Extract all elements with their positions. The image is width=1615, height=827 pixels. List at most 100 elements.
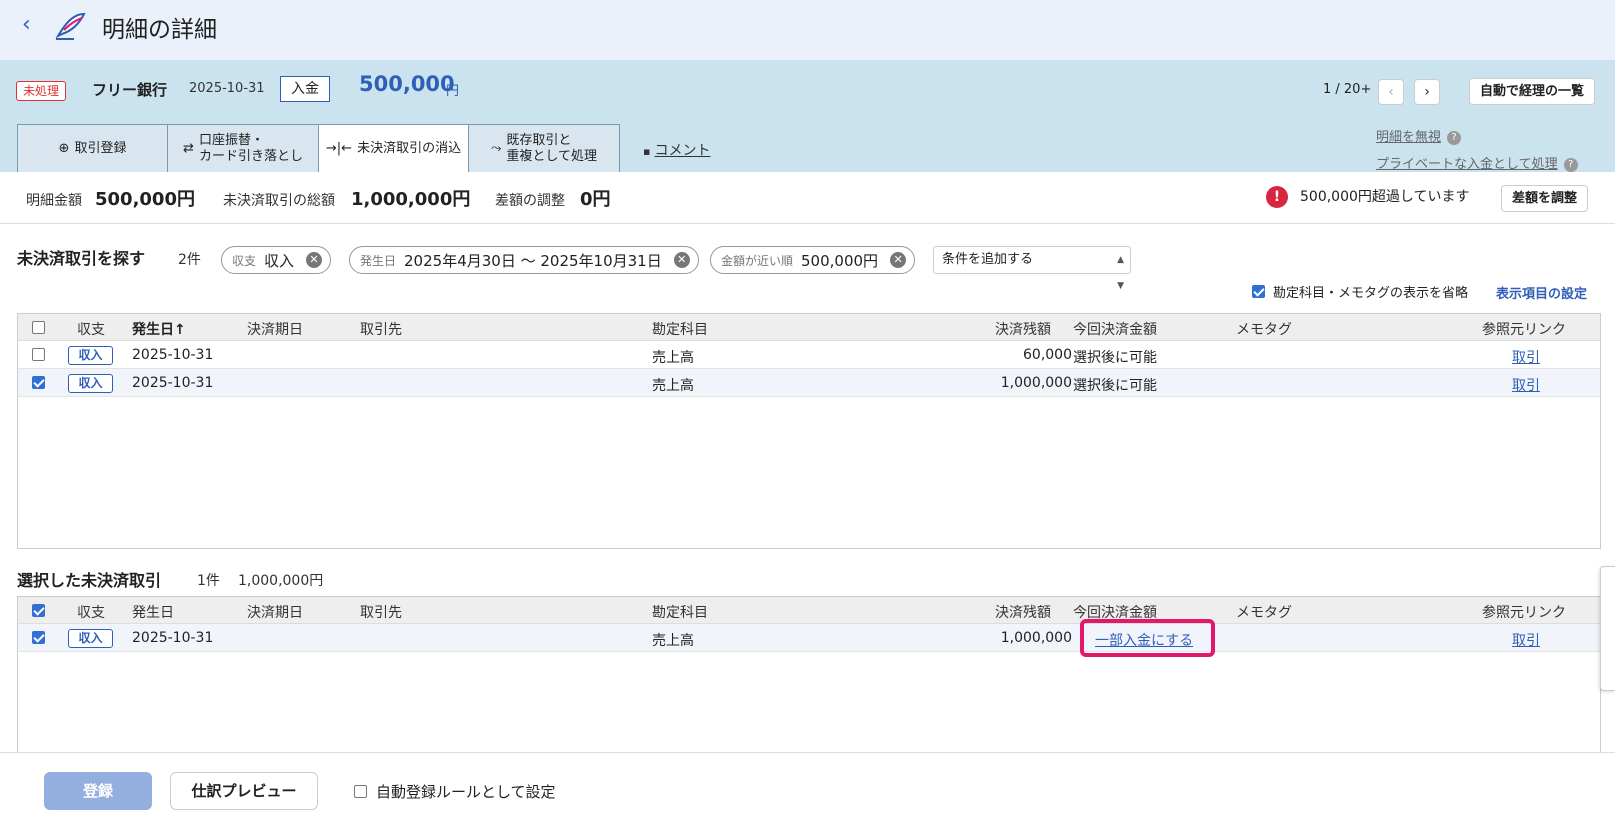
- row-checkbox[interactable]: [32, 348, 45, 361]
- ignore-detail-link[interactable]: 明細を無視?: [1376, 126, 1462, 145]
- row-ref-link[interactable]: 取引: [1512, 347, 1540, 367]
- help-icon[interactable]: ?: [1563, 157, 1578, 172]
- detail-amount-value: 500,000円: [95, 189, 195, 210]
- row-account: 売上高: [652, 633, 694, 649]
- row-current: 選択後に可能: [1073, 378, 1157, 394]
- omit-option-label: 勘定科目・メモタグの表示を省略: [1273, 286, 1469, 301]
- add-condition-select[interactable]: 条件を追加する ▲ ▼: [933, 246, 1131, 291]
- row-account: 売上高: [652, 350, 694, 366]
- detail-amount-label: 明細金額: [26, 193, 82, 209]
- pager-text: 1 / 20+: [1323, 82, 1372, 97]
- register-button[interactable]: 登録: [44, 772, 152, 810]
- col-type: 収支: [77, 322, 105, 338]
- side-panel-tab[interactable]: [1600, 566, 1615, 691]
- transfer-icon: ⇄: [183, 140, 194, 156]
- help-icon[interactable]: ?: [1447, 130, 1462, 145]
- direction-badge: 入金: [280, 76, 330, 102]
- tab-transfer[interactable]: ⇄ 口座振替・ カード引き落とし: [167, 124, 319, 172]
- table-row[interactable]: 収入 2025-10-31 売上高 1,000,000 一部入金にする 取引: [18, 624, 1600, 652]
- filter-chip-amount[interactable]: 金額が近い順 500,000円 ✕: [710, 246, 916, 274]
- tab-label: 取引登録: [74, 140, 127, 156]
- auto-rule-label: 自動登録ルールとして設定: [376, 783, 556, 801]
- row-ref-link[interactable]: 取引: [1512, 375, 1540, 395]
- clear-x-icon[interactable]: ✕: [673, 252, 690, 268]
- tab-reconcile[interactable]: →|← 未決済取引の消込: [318, 124, 469, 172]
- duplicate-arrow-icon: ⤳: [490, 140, 502, 156]
- auto-accounting-list-button[interactable]: 自動で経理の一覧: [1469, 78, 1596, 105]
- type-badge: 収入: [68, 374, 113, 393]
- comment-link[interactable]: ▪ コメント: [643, 140, 710, 160]
- col-memo: メモタグ: [1236, 322, 1292, 338]
- add-condition-label: 条件を追加する: [942, 252, 1034, 267]
- warning-text: 500,000円超過しています: [1300, 189, 1470, 205]
- warning-icon: !: [1266, 186, 1288, 208]
- auto-rule-checkbox[interactable]: [354, 785, 367, 798]
- tab-duplicate[interactable]: ⤳ 既存取引と 重複として処理: [468, 124, 620, 172]
- table-header: 収支 発生日 決済期日 取引先 勘定科目 決済残額 今回決済金額 メモタグ 参照…: [18, 597, 1600, 624]
- table-row[interactable]: 収入 2025-10-31 売上高 1,000,000 選択後に可能 取引: [18, 369, 1600, 397]
- filter-chip-date[interactable]: 発生日 2025年4月30日 〜 2025年10月31日 ✕: [349, 246, 699, 274]
- chip-label: 発生日: [360, 253, 397, 268]
- selected-count: 1件: [197, 573, 220, 589]
- select-all-checkbox[interactable]: [32, 604, 45, 617]
- next-chevron-icon[interactable]: ›: [1414, 79, 1440, 105]
- app-logo-icon: [55, 12, 86, 40]
- selected-table: 収支 発生日 決済期日 取引先 勘定科目 決済残額 今回決済金額 メモタグ 参照…: [17, 596, 1601, 756]
- chip-label: 収支: [232, 253, 257, 268]
- status-badge: 未処理: [16, 81, 67, 101]
- difference-value: 0円: [580, 189, 611, 210]
- table-header: 収支 発生日↑ 決済期日 取引先 勘定科目 決済残額 今回決済金額 メモタグ 参…: [18, 314, 1600, 341]
- clear-x-icon[interactable]: ✕: [890, 252, 907, 268]
- tab-label-line2: 重複として処理: [506, 148, 598, 164]
- col-date-sortable[interactable]: 発生日↑: [132, 319, 186, 339]
- results-table: 収支 発生日↑ 決済期日 取引先 勘定科目 決済残額 今回決済金額 メモタグ 参…: [17, 313, 1601, 549]
- omit-checkbox[interactable]: [1252, 285, 1265, 298]
- row-date: 2025-10-31: [132, 375, 214, 391]
- highlight-box: [1080, 619, 1215, 657]
- col-account: 勘定科目: [652, 605, 708, 621]
- prev-chevron-icon[interactable]: ‹: [1378, 79, 1404, 105]
- adjust-difference-button[interactable]: 差額を調整: [1501, 185, 1589, 212]
- row-date: 2025-10-31: [132, 347, 214, 363]
- row-ref-link[interactable]: 取引: [1512, 630, 1540, 650]
- difference-label: 差額の調整: [495, 193, 565, 209]
- selected-total: 1,000,000円: [238, 573, 324, 589]
- journal-preview-button[interactable]: 仕訳プレビュー: [170, 772, 318, 810]
- row-current: 選択後に可能: [1073, 350, 1157, 366]
- table-row[interactable]: 収入 2025-10-31 売上高 60,000 選択後に可能 取引: [18, 341, 1600, 369]
- private-deposit-label: プライベートな入金として処理: [1376, 157, 1558, 172]
- col-ref: 参照元リンク: [1482, 605, 1566, 621]
- row-date: 2025-10-31: [132, 630, 214, 646]
- row-checkbox[interactable]: [32, 631, 45, 644]
- plus-circle-icon: ⊕: [58, 140, 70, 156]
- omit-option[interactable]: 勘定科目・メモタグの表示を省略: [1252, 282, 1468, 301]
- search-section-title: 未決済取引を探す: [17, 249, 146, 268]
- row-checkbox[interactable]: [32, 376, 45, 389]
- transaction-date: 2025-10-31: [189, 81, 265, 96]
- col-date: 発生日: [132, 605, 174, 621]
- type-badge: 収入: [68, 346, 113, 365]
- tab-label-line1: 口座振替・: [198, 132, 264, 148]
- tab-register[interactable]: ⊕ 取引登録: [17, 124, 168, 172]
- chip-value: 2025年4月30日 〜 2025年10月31日: [404, 251, 662, 270]
- chip-label: 金額が近い順: [721, 253, 794, 268]
- row-account: 売上高: [652, 378, 694, 394]
- col-type: 収支: [77, 605, 105, 621]
- bank-name: フリー銀行: [92, 81, 168, 99]
- chip-value: 収入: [264, 251, 295, 270]
- col-balance: 決済残額: [995, 605, 1051, 621]
- filter-chip-type[interactable]: 収支 収入 ✕: [221, 246, 332, 274]
- clear-x-icon[interactable]: ✕: [306, 252, 323, 268]
- col-current: 今回決済金額: [1073, 322, 1157, 338]
- updown-arrow-icon: ▲ ▼: [1117, 255, 1124, 291]
- tab-label-line2: カード引き落とし: [198, 148, 303, 164]
- private-deposit-link[interactable]: プライベートな入金として処理?: [1376, 153, 1578, 172]
- type-badge: 収入: [68, 629, 113, 648]
- col-partner: 取引先: [360, 322, 402, 338]
- select-all-checkbox[interactable]: [32, 321, 45, 334]
- back-chevron-icon[interactable]: ‹: [22, 12, 31, 37]
- unsettled-total-label: 未決済取引の総額: [223, 193, 335, 209]
- ignore-detail-label: 明細を無視: [1376, 130, 1442, 145]
- auto-rule-option[interactable]: 自動登録ルールとして設定: [354, 781, 556, 802]
- display-settings-link[interactable]: 表示項目の設定: [1496, 283, 1587, 302]
